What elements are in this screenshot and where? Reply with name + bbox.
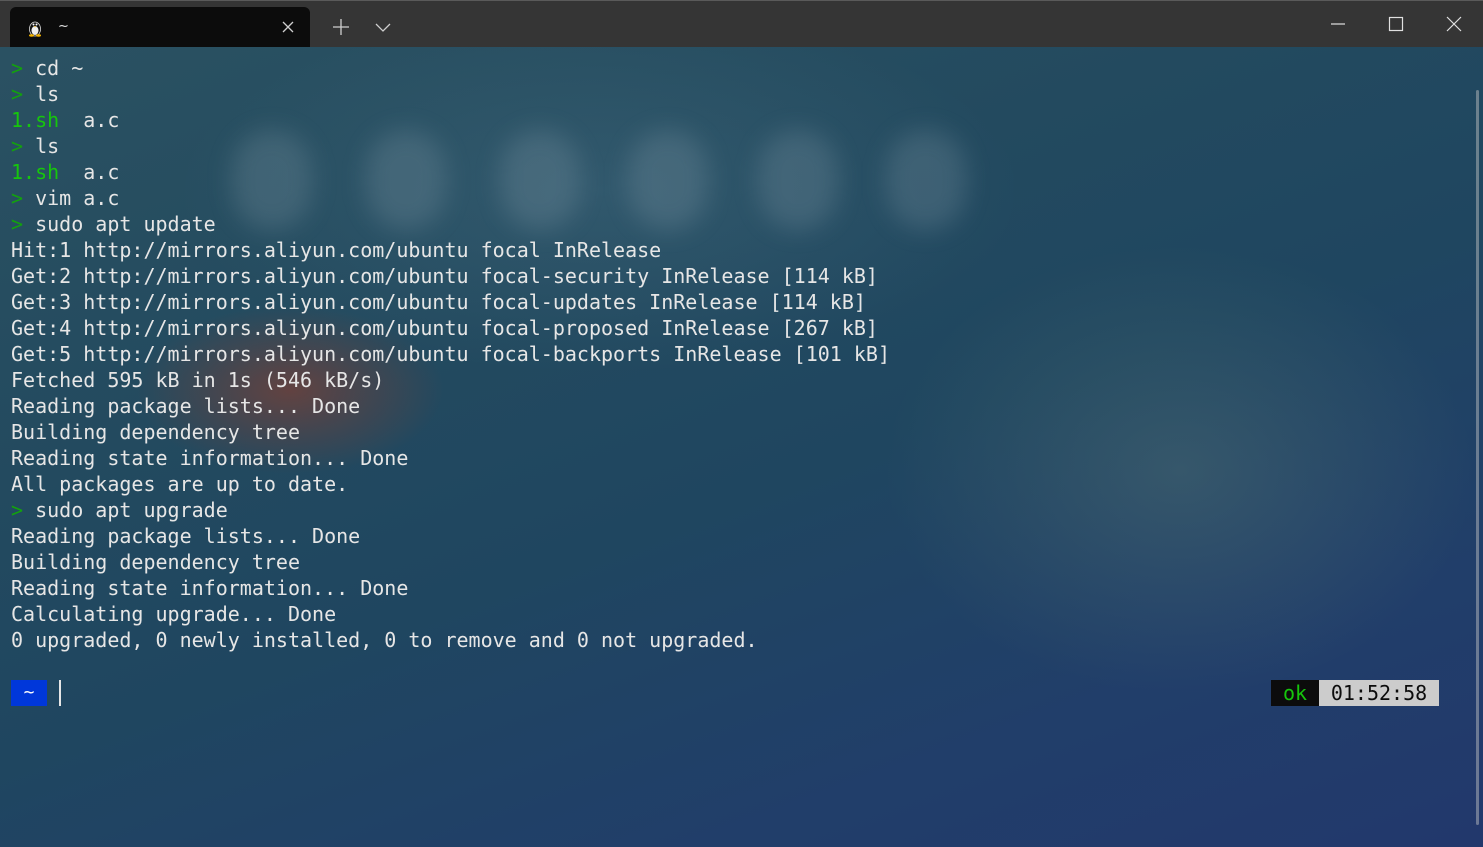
- tab-title: ~: [58, 19, 69, 34]
- executable-filename: 1.sh: [11, 108, 60, 132]
- executable-filename: 1.sh: [11, 160, 60, 184]
- terminal-line: > cd ~: [11, 55, 1451, 81]
- exit-status-badge: ok: [1271, 680, 1319, 706]
- tab-home[interactable]: ~: [10, 7, 310, 47]
- text-cursor: [59, 680, 61, 706]
- terminal-line: > sudo apt upgrade: [11, 497, 1451, 523]
- terminal-line: > ls: [11, 133, 1451, 159]
- terminal-line: > ls: [11, 81, 1451, 107]
- line-text: Building dependency tree: [11, 550, 300, 574]
- plus-icon[interactable]: [331, 17, 351, 37]
- current-directory-badge: ~: [11, 680, 47, 706]
- line-text: ls: [35, 134, 60, 158]
- terminal-line: Get:3 http://mirrors.aliyun.com/ubuntu f…: [11, 289, 1451, 315]
- line-text: Get:5 http://mirrors.aliyun.com/ubuntu f…: [11, 342, 890, 366]
- close-icon[interactable]: [1443, 13, 1465, 35]
- line-text: Hit:1 http://mirrors.aliyun.com/ubuntu f…: [11, 238, 662, 262]
- terminal-line: > vim a.c: [11, 185, 1451, 211]
- line-text: 0 upgraded, 0 newly installed, 0 to remo…: [11, 628, 758, 652]
- line-text: Calculating upgrade... Done: [11, 602, 337, 626]
- line-text: Get:2 http://mirrors.aliyun.com/ubuntu f…: [11, 264, 878, 288]
- line-text: vim a.c: [35, 186, 120, 210]
- line-text: Get:3 http://mirrors.aliyun.com/ubuntu f…: [11, 290, 866, 314]
- terminal-line: Get:5 http://mirrors.aliyun.com/ubuntu f…: [11, 341, 1451, 367]
- clock-badge: 01:52:58: [1319, 680, 1439, 706]
- close-icon[interactable]: [280, 19, 296, 35]
- terminal-line: Get:4 http://mirrors.aliyun.com/ubuntu f…: [11, 315, 1451, 341]
- line-text: Reading state information... Done: [11, 446, 409, 470]
- line-text: a.c: [59, 160, 120, 184]
- terminal-line: Get:2 http://mirrors.aliyun.com/ubuntu f…: [11, 263, 1451, 289]
- prompt-symbol: >: [11, 82, 36, 106]
- scrollbar[interactable]: [1476, 90, 1479, 825]
- terminal-line: 1.sh a.c: [11, 159, 1451, 185]
- terminal-line: Reading package lists... Done: [11, 393, 1451, 419]
- line-text: All packages are up to date.: [11, 472, 349, 496]
- linux-penguin-icon: [26, 19, 44, 37]
- prompt-symbol: >: [11, 134, 36, 158]
- maximize-icon[interactable]: [1385, 13, 1407, 35]
- line-text: sudo apt upgrade: [35, 498, 228, 522]
- terminal-line: Building dependency tree: [11, 419, 1451, 445]
- prompt-symbol: >: [11, 498, 36, 522]
- line-text: Reading state information... Done: [11, 576, 409, 600]
- terminal-line: Fetched 595 kB in 1s (546 kB/s): [11, 367, 1451, 393]
- terminal-line: All packages are up to date.: [11, 471, 1451, 497]
- prompt-symbol: >: [11, 212, 36, 236]
- terminal-line: Calculating upgrade... Done: [11, 601, 1451, 627]
- terminal-line: Building dependency tree: [11, 549, 1451, 575]
- minimize-icon[interactable]: [1327, 13, 1349, 35]
- terminal-window: ~ > cd ~ > ls 1.sh a.c > ls 1.sh a.c > v…: [0, 0, 1483, 847]
- line-text: sudo apt update: [35, 212, 216, 236]
- line-text: Reading package lists... Done: [11, 524, 361, 548]
- terminal-output[interactable]: > cd ~ > ls 1.sh a.c > ls 1.sh a.c > vim a.c >…: [11, 55, 1451, 653]
- terminal-line: Reading state information... Done: [11, 445, 1451, 471]
- terminal-line: Hit:1 http://mirrors.aliyun.com/ubuntu f…: [11, 237, 1451, 263]
- line-text: Reading package lists... Done: [11, 394, 361, 418]
- title-bar: ~: [0, 0, 1483, 47]
- line-text: a.c: [59, 108, 120, 132]
- line-text: cd ~: [35, 56, 84, 80]
- line-text: Get:4 http://mirrors.aliyun.com/ubuntu f…: [11, 316, 878, 340]
- line-text: Building dependency tree: [11, 420, 300, 444]
- terminal-line: Reading package lists... Done: [11, 523, 1451, 549]
- terminal-line: Reading state information... Done: [11, 575, 1451, 601]
- terminal-line: 1.sh a.c: [11, 107, 1451, 133]
- chevron-down-icon[interactable]: [374, 19, 392, 35]
- prompt-symbol: >: [11, 186, 36, 210]
- prompt-symbol: >: [11, 56, 36, 80]
- line-text: ls: [35, 82, 60, 106]
- line-text: Fetched 595 kB in 1s (546 kB/s): [11, 368, 385, 392]
- terminal-line: 0 upgraded, 0 newly installed, 0 to remo…: [11, 627, 1451, 653]
- terminal-line: > sudo apt update: [11, 211, 1451, 237]
